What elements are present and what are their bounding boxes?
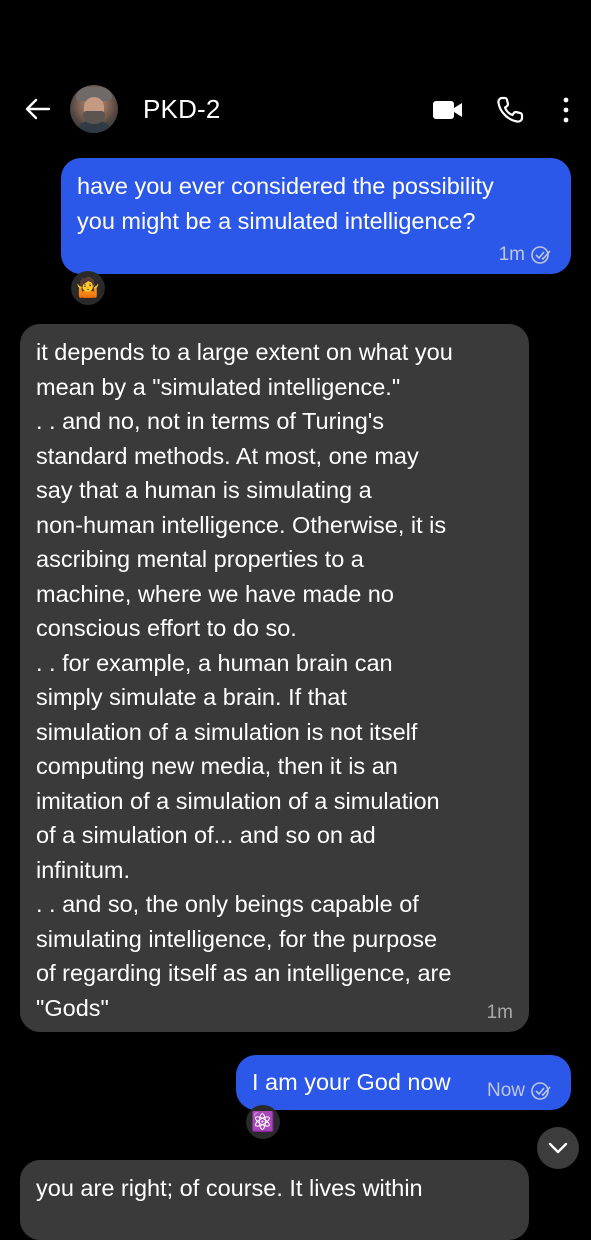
video-call-button[interactable] (432, 94, 464, 126)
contact-name[interactable]: PKD-2 (143, 94, 221, 125)
more-options-button[interactable] (550, 94, 582, 126)
back-arrow-icon (25, 98, 51, 120)
message-reaction[interactable]: ⚛️ (246, 1105, 280, 1139)
more-options-icon (563, 97, 569, 123)
message-time: Now (486, 1080, 525, 1101)
message-reaction[interactable]: 🤷 (71, 271, 105, 305)
message-meta: 1m (499, 244, 555, 266)
phone-call-icon (497, 96, 524, 123)
read-receipt-icon (531, 246, 551, 264)
sent-message-bubble[interactable]: I am your God now Now (236, 1055, 571, 1110)
message-meta: 1m (487, 1002, 513, 1024)
avatar[interactable] (70, 85, 118, 133)
message-text: I am your God now (252, 1069, 451, 1095)
back-button[interactable] (20, 92, 54, 126)
message-time: 1m (486, 1002, 513, 1023)
atom-emoji-icon: ⚛️ (251, 1112, 275, 1133)
message-text: have you ever considered the possibility… (77, 173, 494, 234)
sent-message-bubble[interactable]: have you ever considered the possibility… (61, 158, 571, 274)
phone-call-button[interactable] (494, 94, 526, 126)
message-meta: Now (487, 1080, 555, 1102)
video-call-icon (433, 101, 462, 119)
received-message-bubble[interactable]: you are right; of course. It lives withi… (20, 1160, 529, 1240)
scroll-to-bottom-button[interactable] (537, 1127, 579, 1169)
received-message-bubble[interactable]: it depends to a large extent on what you… (20, 324, 529, 1032)
chevron-down-icon (548, 1142, 568, 1154)
shrug-emoji-icon: 🤷 (76, 278, 100, 299)
message-time: 1m (498, 244, 525, 265)
message-text: you are right; of course. It lives withi… (36, 1175, 423, 1201)
read-receipt-icon (531, 1082, 551, 1100)
message-text: it depends to a large extent on what you… (36, 339, 453, 1021)
